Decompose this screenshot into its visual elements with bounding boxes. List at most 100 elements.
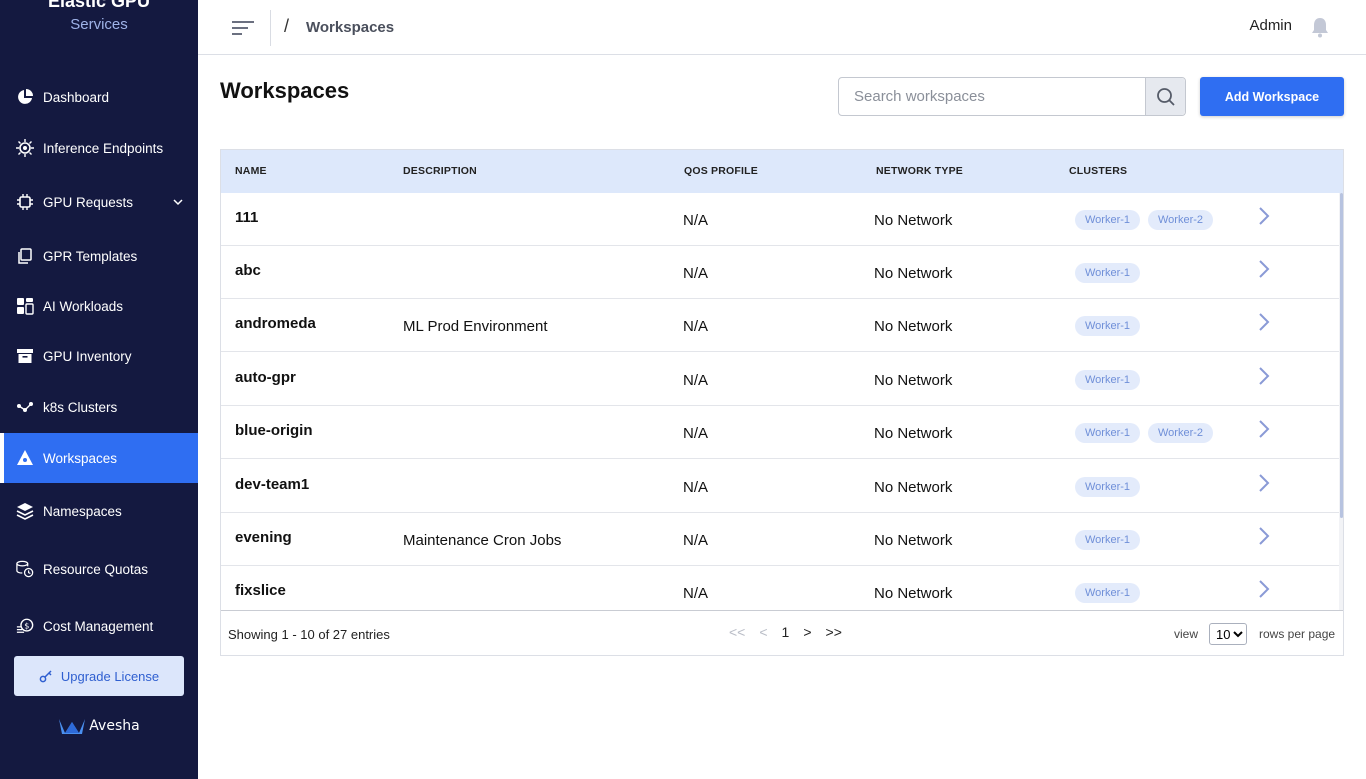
chevron-down-icon[interactable] [172, 195, 184, 213]
sidebar-item-resource-quotas[interactable]: Resource Quotas [0, 551, 198, 587]
chevron-right-icon[interactable] [1257, 419, 1271, 439]
workspace-network-type: No Network [874, 372, 953, 389]
sidebar-item-gpr-templates[interactable]: GPR Templates [0, 238, 198, 274]
entries-summary: Showing 1 - 10 of 27 entries [228, 627, 390, 642]
add-workspace-button[interactable]: Add Workspace [1200, 77, 1344, 116]
workspace-icon [16, 449, 34, 467]
table-scrollbar[interactable] [1339, 193, 1343, 610]
workspace-qos-profile: N/A [683, 372, 709, 389]
workspace-network-type: No Network [874, 479, 953, 496]
next-page-button[interactable]: > [803, 624, 811, 640]
upgrade-license-button[interactable]: Upgrade License [14, 656, 184, 696]
workspace-name: dev-team1 [235, 476, 310, 493]
cluster-chip: Worker-1 [1075, 263, 1141, 283]
last-page-button[interactable]: >> [826, 624, 842, 640]
workspace-network-type: No Network [874, 212, 953, 229]
cluster-chip: Worker-1 [1075, 423, 1141, 443]
chevron-right-icon[interactable] [1257, 312, 1271, 332]
workspace-description: ML Prod Environment [403, 318, 548, 335]
sidebar-item-ai-workloads[interactable]: AI Workloads [0, 288, 198, 324]
quota-icon [16, 560, 34, 578]
table-row[interactable]: auto-gpr N/A No Network Worker-1 [221, 353, 1339, 406]
menu-toggle-icon[interactable] [232, 18, 256, 38]
coins-icon: $ [16, 617, 34, 635]
workspace-description: Maintenance Cron Jobs [403, 532, 562, 549]
table-row[interactable]: dev-team1 N/A No Network Worker-1 [221, 460, 1339, 513]
workspace-name: 111 [235, 209, 259, 226]
column-header-network-type[interactable]: NETWORK TYPE [876, 165, 963, 177]
sidebar-item-workspaces[interactable]: Workspaces [0, 433, 198, 483]
sidebar-item-dashboard[interactable]: Dashboard [0, 79, 198, 115]
topbar-divider [270, 10, 271, 46]
copy-icon [16, 247, 34, 265]
key-icon [39, 670, 52, 683]
chevron-right-icon[interactable] [1257, 366, 1271, 386]
workspace-qos-profile: N/A [683, 585, 709, 602]
breadcrumb: Workspaces [306, 19, 395, 36]
cluster-chip: Worker-1 [1075, 210, 1141, 230]
sidebar-item-label: AI Workloads [43, 298, 124, 314]
cluster-chip: Worker-2 [1148, 210, 1214, 230]
chevron-right-icon[interactable] [1257, 259, 1271, 279]
search-input[interactable] [839, 78, 1145, 115]
workspace-network-type: No Network [874, 318, 953, 335]
workspace-network-type: No Network [874, 585, 953, 602]
search-box [838, 77, 1186, 116]
chevron-right-icon[interactable] [1257, 526, 1271, 546]
prev-page-button[interactable]: < [759, 624, 767, 640]
first-page-button[interactable]: << [729, 624, 745, 640]
sidebar-item-namespaces[interactable]: Namespaces [0, 493, 198, 529]
sidebar-item-label: Inference Endpoints [43, 140, 164, 156]
sidebar-item-k8s-clusters[interactable]: k8s Clusters [0, 389, 198, 425]
column-header-name[interactable]: NAME [235, 165, 267, 177]
chevron-right-icon[interactable] [1257, 473, 1271, 493]
table-row[interactable]: fixslice N/A No Network Worker-1 [221, 566, 1339, 610]
cluster-chip: Worker-2 [1148, 423, 1214, 443]
table-row[interactable]: blue-origin N/A No Network Worker-1 Worker-2 [221, 406, 1339, 459]
sidebar-item-gpu-inventory[interactable]: GPU Inventory [0, 338, 198, 374]
brand-title: Elastic GPU [47, 0, 151, 11]
bell-icon[interactable] [1310, 16, 1330, 38]
table-row[interactable]: andromeda ML Prod Environment N/A No Networ… [221, 299, 1339, 352]
pie-chart-icon [16, 88, 34, 106]
workspace-name: andromeda [235, 315, 316, 332]
sidebar-item-label: Cost Management [43, 618, 154, 634]
pagination: << < 1 > >> [729, 624, 856, 640]
sidebar-item-label: GPU Inventory [43, 348, 132, 364]
workspace-network-type: No Network [874, 265, 953, 282]
view-label: view [1174, 627, 1199, 641]
table-footer: Showing 1 - 10 of 27 entries << < 1 > >>… [221, 610, 1343, 655]
table-row[interactable]: 111 N/A No Network Worker-1 Worker-2 [221, 193, 1339, 246]
workspace-network-type: No Network [874, 532, 953, 549]
rows-per-page-select[interactable]: 102550 [1209, 623, 1247, 645]
rows-per-page-label: rows per page [1259, 627, 1336, 641]
layers-icon [16, 502, 34, 520]
column-header-clusters[interactable]: CLUSTERS [1069, 165, 1127, 177]
user-name[interactable]: Admin [1249, 17, 1292, 34]
sidebar-item-label: k8s Clusters [43, 399, 118, 415]
sidebar-item-label: Workspaces [43, 450, 118, 466]
table-row[interactable]: abc N/A No Network Worker-1 [221, 246, 1339, 299]
sidebar-item-label: GPU Requests [43, 194, 134, 210]
cluster-chip: Worker-1 [1075, 316, 1141, 336]
brand-subtitle: Services [70, 16, 128, 33]
cluster-chip: Worker-1 [1075, 583, 1141, 603]
column-header-qos-profile[interactable]: QOS PROFILE [684, 165, 758, 177]
archive-icon [16, 347, 34, 365]
column-header-description[interactable]: DESCRIPTION [403, 165, 477, 177]
table-row[interactable]: evening Maintenance Cron Jobs N/A No Networ… [221, 513, 1339, 566]
chevron-right-icon[interactable] [1257, 206, 1271, 226]
scrollbar-thumb[interactable] [1340, 193, 1343, 518]
sidebar-item-label: Namespaces [43, 503, 122, 519]
chevron-right-icon[interactable] [1257, 579, 1271, 599]
sidebar-item-inference-endpoints[interactable]: Inference Endpoints [0, 130, 198, 166]
search-icon [1156, 87, 1175, 106]
sidebar-item-cost-management[interactable]: $ Cost Management [0, 608, 198, 644]
sidebar-item-gpu-requests[interactable]: GPU Requests [0, 184, 198, 220]
current-page[interactable]: 1 [782, 624, 790, 640]
workspaces-table: NAME DESCRIPTION QOS PROFILE NETWORK TYP… [220, 149, 1344, 656]
cluster-chip: Worker-1 [1075, 477, 1141, 497]
search-button[interactable] [1145, 78, 1185, 115]
page-title: Workspaces [220, 78, 350, 103]
workspace-name: blue-origin [235, 422, 313, 439]
